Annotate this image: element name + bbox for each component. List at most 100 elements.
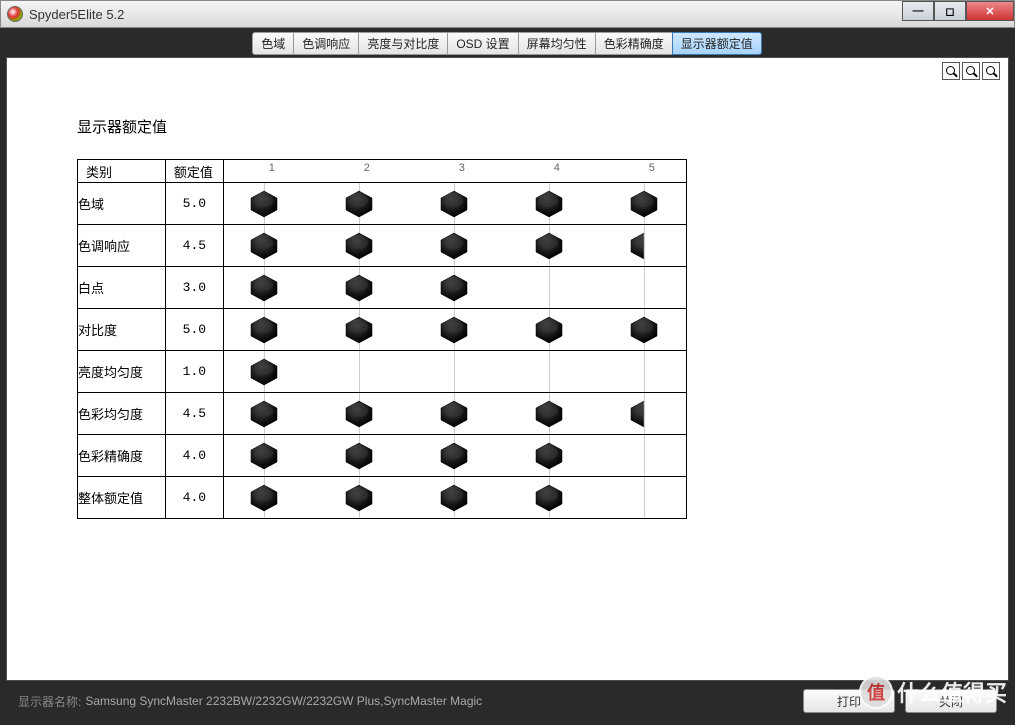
maximize-button[interactable]: ◻: [934, 1, 966, 21]
tab-1[interactable]: 色调响应: [293, 32, 359, 55]
tab-0[interactable]: 色域: [252, 32, 294, 55]
value-cell: 5.0: [165, 309, 223, 351]
rating-marker-icon: [343, 484, 375, 512]
window-titlebar: Spyder5Elite 5.2 — ◻ ✕: [0, 0, 1015, 28]
rating-marker-icon: [438, 316, 470, 344]
app-icon: [7, 6, 23, 22]
rating-marker-icon: [628, 316, 660, 344]
table-row: 对比度5.0: [78, 309, 687, 351]
rating-marker-icon: [248, 484, 280, 512]
chart-cell: [223, 267, 686, 309]
rating-marker-icon: [533, 484, 565, 512]
rating-marker-icon: [533, 316, 565, 344]
section-title: 显示器额定值: [77, 116, 948, 137]
rating-table: 类别 额定值 12345 色域5.0色调响应4.5白点3.0对比度5.0亮度均匀…: [77, 159, 687, 519]
value-cell: 4.0: [165, 477, 223, 519]
col-header-value: 额定值: [165, 160, 223, 183]
minimize-button[interactable]: —: [902, 1, 934, 21]
magnifier-minus-icon: [966, 66, 976, 76]
app-body: 色域色调响应亮度与对比度OSD 设置屏幕均匀性色彩精确度显示器额定值 显示器额定…: [0, 28, 1015, 725]
chart-cell: [223, 309, 686, 351]
tab-5[interactable]: 色彩精确度: [595, 32, 673, 55]
value-cell: 3.0: [165, 267, 223, 309]
rating-marker-icon: [343, 190, 375, 218]
chart-cell: [223, 393, 686, 435]
rating-marker-icon: [248, 190, 280, 218]
table-row: 色彩均匀度4.5: [78, 393, 687, 435]
rating-marker-icon: [343, 274, 375, 302]
rating-marker-icon: [438, 232, 470, 260]
rating-marker-icon: [628, 190, 660, 218]
chart-cell: [223, 477, 686, 519]
rating-marker-icon: [533, 400, 565, 428]
category-cell: 整体额定值: [78, 477, 166, 519]
monitor-name-value: Samsung SyncMaster 2232BW/2232GW/2232GW …: [85, 694, 482, 708]
rating-marker-icon: [248, 232, 280, 260]
rating-marker-icon: [438, 190, 470, 218]
tab-2[interactable]: 亮度与对比度: [358, 32, 448, 55]
col-header-category: 类别: [78, 160, 166, 183]
rating-marker-icon: [438, 484, 470, 512]
value-cell: 4.0: [165, 435, 223, 477]
category-cell: 色域: [78, 183, 166, 225]
window-controls: — ◻ ✕: [902, 1, 1014, 21]
rating-marker-icon: [343, 442, 375, 470]
value-cell: 5.0: [165, 183, 223, 225]
scale-tick: 3: [459, 162, 465, 174]
category-cell: 色彩均匀度: [78, 393, 166, 435]
value-cell: 4.5: [165, 225, 223, 267]
scale-tick: 4: [554, 162, 560, 174]
table-row: 亮度均匀度1.0: [78, 351, 687, 393]
table-row: 白点3.0: [78, 267, 687, 309]
category-cell: 色调响应: [78, 225, 166, 267]
chart-cell: [223, 435, 686, 477]
rating-marker-icon: [533, 232, 565, 260]
value-cell: 1.0: [165, 351, 223, 393]
table-row: 色调响应4.5: [78, 225, 687, 267]
tab-4[interactable]: 屏幕均匀性: [518, 32, 596, 55]
category-cell: 色彩精确度: [78, 435, 166, 477]
scale-tick: 5: [649, 162, 655, 174]
footer-bar: 显示器名称: Samsung SyncMaster 2232BW/2232GW/…: [6, 681, 1009, 721]
category-cell: 白点: [78, 267, 166, 309]
rating-marker-icon: [343, 400, 375, 428]
table-row: 色域5.0: [78, 183, 687, 225]
zoom-tools: [942, 62, 1000, 80]
rating-marker-icon: [343, 232, 375, 260]
tabbar: 色域色调响应亮度与对比度OSD 设置屏幕均匀性色彩精确度显示器额定值: [6, 32, 1009, 55]
chart-cell: [223, 351, 686, 393]
zoom-fit-button[interactable]: [982, 62, 1000, 80]
tab-6[interactable]: 显示器额定值: [672, 32, 762, 55]
rating-marker-icon: [248, 442, 280, 470]
category-cell: 对比度: [78, 309, 166, 351]
rating-marker-icon: [533, 442, 565, 470]
magnifier-icon: [986, 66, 996, 76]
close-button[interactable]: ✕: [966, 1, 1014, 21]
scale-tick: 1: [269, 162, 275, 174]
rating-marker-icon: [438, 442, 470, 470]
category-cell: 亮度均匀度: [78, 351, 166, 393]
rating-marker-icon: [343, 316, 375, 344]
content-frame: 显示器额定值 类别 额定值 12345 色域5.0色调响应4.5白点3.0对比度…: [6, 57, 1009, 681]
zoom-in-button[interactable]: [942, 62, 960, 80]
monitor-name-label: 显示器名称:: [18, 693, 81, 710]
chart-cell: [223, 225, 686, 267]
table-row: 色彩精确度4.0: [78, 435, 687, 477]
col-header-chart: 1 2 3 4 5: [223, 160, 686, 183]
close-app-button[interactable]: 关闭: [905, 689, 997, 713]
chart-cell: [223, 183, 686, 225]
window-title: Spyder5Elite 5.2: [29, 7, 124, 22]
rating-marker-icon: [248, 316, 280, 344]
value-cell: 4.5: [165, 393, 223, 435]
rating-marker-icon: [438, 400, 470, 428]
tab-3[interactable]: OSD 设置: [447, 32, 518, 55]
rating-marker-icon: [248, 400, 280, 428]
zoom-out-button[interactable]: [962, 62, 980, 80]
rating-marker-icon: [438, 274, 470, 302]
magnifier-plus-icon: [946, 66, 956, 76]
scale-tick: 2: [364, 162, 370, 174]
rating-marker-icon: [248, 274, 280, 302]
print-button[interactable]: 打印: [803, 689, 895, 713]
table-row: 整体额定值4.0: [78, 477, 687, 519]
rating-marker-icon: [533, 190, 565, 218]
